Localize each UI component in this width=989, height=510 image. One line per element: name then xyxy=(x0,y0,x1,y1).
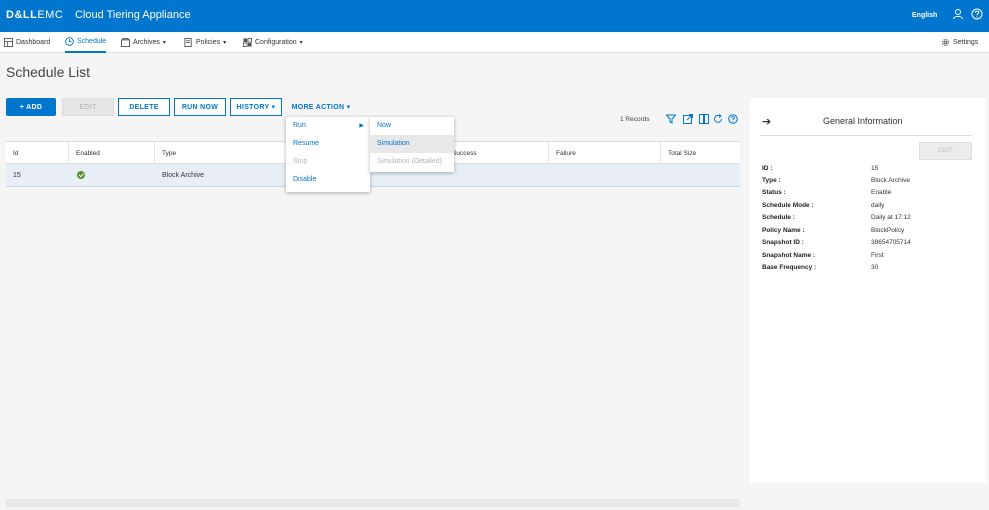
submenu-item-now[interactable]: Now xyxy=(370,117,454,135)
gear-icon xyxy=(941,38,950,47)
field-value-policy-name: BlockPolicy xyxy=(871,227,905,234)
menu-item-run-label: Run xyxy=(293,122,306,129)
policy-icon xyxy=(184,38,192,47)
field-label-schedule: Schedule : xyxy=(762,214,795,221)
field-label-policy-name: Policy Name : xyxy=(762,227,805,234)
app-title: Cloud Tiering Appliance xyxy=(75,9,191,21)
field-label-id: ID : xyxy=(762,165,773,172)
horizontal-scrollbar[interactable] xyxy=(6,499,740,507)
nav-schedule-label: Schedule xyxy=(77,38,107,45)
chevron-right-icon: ▶ xyxy=(359,123,364,129)
arrow-right-icon[interactable]: ➔ xyxy=(762,115,771,128)
configuration-icon xyxy=(243,38,252,47)
dashboard-icon xyxy=(4,38,13,47)
columns-icon[interactable] xyxy=(699,114,709,124)
field-label-status: Status : xyxy=(762,189,786,196)
nav-policies[interactable]: Policies ▾ xyxy=(184,32,226,53)
nav-archives[interactable]: Archives ▾ xyxy=(121,32,166,53)
menu-item-disable[interactable]: Disable xyxy=(286,171,370,189)
column-header-id[interactable]: Id xyxy=(6,142,68,165)
field-value-schedule-mode: daily xyxy=(871,202,885,209)
main-nav: Dashboard Schedule Archives ▾ Policies ▾… xyxy=(0,32,989,53)
chevron-down-icon: ▾ xyxy=(223,40,227,46)
general-information-panel: ➔ General Information EDIT ID : 15 Type … xyxy=(750,98,986,483)
language-selector[interactable]: English xyxy=(912,12,937,19)
help-icon[interactable] xyxy=(971,8,983,20)
chevron-down-icon: ▾ xyxy=(299,40,303,46)
run-now-button[interactable]: RUN NOW xyxy=(174,98,226,116)
nav-configuration[interactable]: Configuration ▾ xyxy=(243,32,303,53)
refresh-icon[interactable] xyxy=(713,114,723,124)
field-value-status: Enable xyxy=(871,189,892,196)
field-value-type: Block Archive xyxy=(871,177,911,184)
enabled-check-icon xyxy=(77,171,85,179)
column-header-enabled[interactable]: Enabled xyxy=(68,142,154,165)
field-label-schedule-mode: Schedule Mode : xyxy=(762,202,814,209)
dell-emc-logo: D&LLEMC xyxy=(6,9,64,21)
nav-policies-label: Policies xyxy=(196,39,221,46)
field-value-snapshot-id: 38654705714 xyxy=(871,239,911,246)
menu-item-stop[interactable]: Stop xyxy=(286,153,370,171)
add-button[interactable]: + ADD xyxy=(6,98,56,116)
run-submenu: Now Simulation Simulation (Detailed) xyxy=(370,117,454,172)
column-header-success[interactable]: Success xyxy=(444,142,548,165)
submenu-item-simulation-detailed[interactable]: Simulation (Detailed) xyxy=(370,153,454,171)
field-label-base-frequency: Base Frequency : xyxy=(762,264,817,271)
cell-id: 15 xyxy=(13,172,21,179)
more-action-button[interactable]: MORE ACTION ▾ xyxy=(290,98,352,116)
panel-title: General Information xyxy=(823,116,903,126)
column-header-total-size[interactable]: Total Size xyxy=(660,142,740,165)
field-value-snapshot-name: First xyxy=(871,252,884,259)
nav-settings-label: Settings xyxy=(953,39,979,46)
cell-type: Block Archive xyxy=(162,172,205,179)
more-action-menu: Run ▶ Resume Stop Disable xyxy=(286,117,370,192)
nav-configuration-label: Configuration xyxy=(255,39,297,46)
submenu-item-simulation[interactable]: Simulation xyxy=(370,135,454,153)
delete-button[interactable]: DELETE xyxy=(118,98,170,116)
nav-archives-label: Archives xyxy=(133,39,160,46)
field-label-snapshot-name: Snapshot Name : xyxy=(762,252,816,259)
export-icon[interactable] xyxy=(683,114,693,124)
help-icon[interactable] xyxy=(728,114,738,124)
column-header-failure[interactable]: Failure xyxy=(548,142,660,165)
filter-icon[interactable] xyxy=(666,114,676,124)
field-label-snapshot-id: Snapshot ID : xyxy=(762,239,804,246)
field-value-id: 15 xyxy=(871,165,879,172)
field-label-type: Type : xyxy=(762,177,781,184)
chevron-down-icon: ▾ xyxy=(162,40,166,46)
nav-settings[interactable]: Settings xyxy=(941,32,978,53)
page-title: Schedule List xyxy=(6,64,91,80)
clock-icon xyxy=(65,37,74,46)
panel-divider xyxy=(760,135,972,136)
history-button[interactable]: HISTORY ▾ xyxy=(230,98,282,116)
app-header: D&LLEMC Cloud Tiering Appliance English xyxy=(0,0,989,32)
records-count: 1 Records xyxy=(620,116,650,123)
field-value-schedule: Daily at 17:12 xyxy=(871,214,911,221)
nav-schedule[interactable]: Schedule xyxy=(65,32,107,53)
menu-item-resume[interactable]: Resume xyxy=(286,135,370,153)
nav-dashboard[interactable]: Dashboard xyxy=(4,32,50,53)
field-value-base-frequency: 30 xyxy=(871,264,879,271)
archive-icon xyxy=(121,38,130,47)
nav-dashboard-label: Dashboard xyxy=(16,39,51,46)
menu-item-run[interactable]: Run ▶ xyxy=(286,117,370,135)
user-icon[interactable] xyxy=(952,8,964,20)
edit-button[interactable]: EDIT xyxy=(62,98,114,116)
panel-edit-button[interactable]: EDIT xyxy=(919,142,972,160)
